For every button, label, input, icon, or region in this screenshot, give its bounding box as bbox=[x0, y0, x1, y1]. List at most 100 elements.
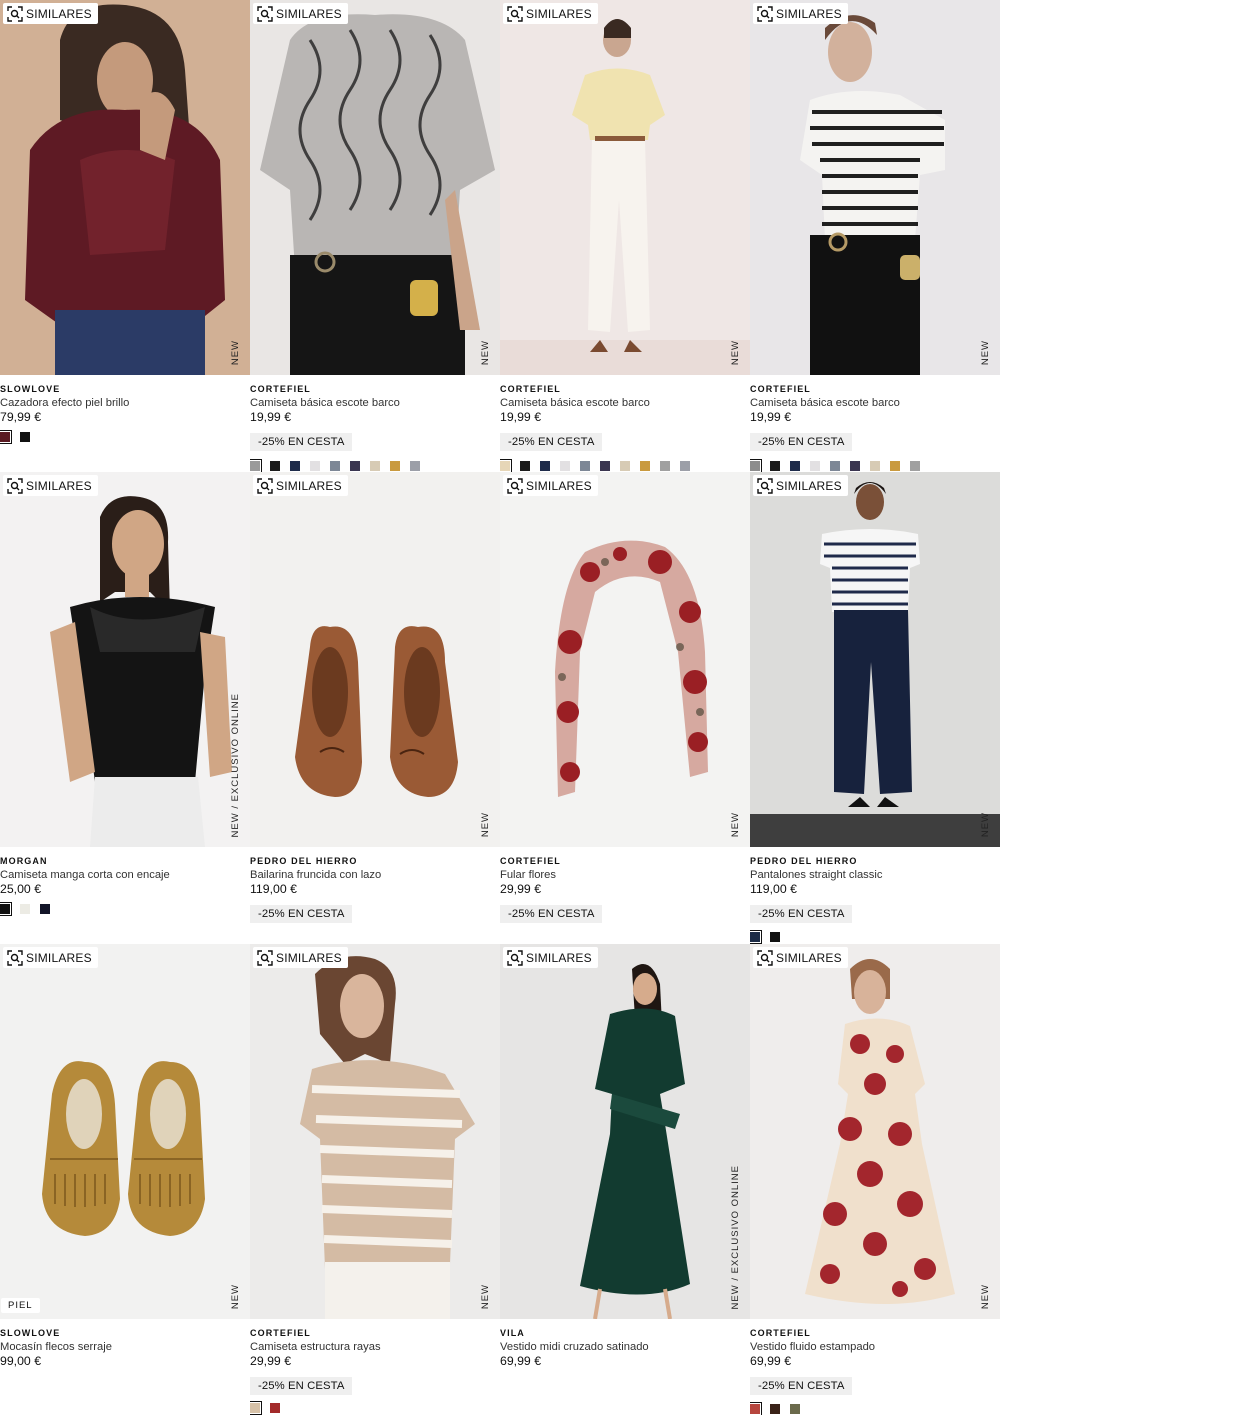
color-swatch[interactable] bbox=[250, 459, 262, 472]
product-name[interactable]: Mocasín flecos serraje bbox=[0, 1340, 250, 1354]
color-swatch[interactable] bbox=[770, 932, 780, 942]
similares-button[interactable]: SIMILARES bbox=[503, 3, 598, 24]
color-swatch[interactable] bbox=[890, 461, 900, 471]
similares-button[interactable]: SIMILARES bbox=[3, 3, 98, 24]
product-name[interactable]: Cazadora efecto piel brillo bbox=[0, 396, 250, 410]
color-swatch[interactable] bbox=[770, 1404, 780, 1414]
product-card[interactable]: SIMILARES NEW / EXCLUSIVO ONLINE MORGAN … bbox=[0, 472, 250, 944]
color-swatch[interactable] bbox=[270, 461, 280, 471]
product-name[interactable]: Fular flores bbox=[500, 868, 750, 882]
color-swatch[interactable] bbox=[370, 461, 380, 471]
similares-button[interactable]: SIMILARES bbox=[253, 475, 348, 496]
product-image[interactable]: SIMILARES NEW bbox=[250, 0, 500, 375]
product-card[interactable]: SIMILARES NEW PEDRO DEL HIERRO Bailarina… bbox=[250, 472, 500, 944]
color-swatch[interactable] bbox=[680, 461, 690, 471]
color-swatch[interactable] bbox=[20, 904, 30, 914]
color-swatch[interactable] bbox=[350, 461, 360, 471]
color-swatch[interactable] bbox=[290, 461, 300, 471]
similares-button[interactable]: SIMILARES bbox=[753, 947, 848, 968]
product-name[interactable]: Camiseta estructura rayas bbox=[250, 1340, 500, 1354]
promo-badge: -25% EN CESTA bbox=[250, 433, 353, 451]
product-image[interactable]: SIMILARES NEW bbox=[500, 0, 750, 375]
visual-search-icon bbox=[257, 5, 273, 22]
product-image[interactable]: SIMILARES NEW bbox=[0, 0, 250, 375]
similares-label: SIMILARES bbox=[526, 950, 592, 965]
color-swatch[interactable] bbox=[500, 459, 512, 472]
color-swatch[interactable] bbox=[790, 461, 800, 471]
product-image[interactable]: SIMILARES NEW / EXCLUSIVO ONLINE bbox=[500, 944, 750, 1319]
product-image[interactable]: SIMILARES NEW bbox=[750, 944, 1000, 1319]
color-swatch[interactable] bbox=[20, 432, 30, 442]
color-swatch[interactable] bbox=[770, 461, 780, 471]
product-card[interactable]: SIMILARES NEW CORTEFIEL Camiseta básica … bbox=[750, 0, 1000, 472]
color-swatches bbox=[750, 930, 780, 944]
color-swatch[interactable] bbox=[390, 461, 400, 471]
color-swatch[interactable] bbox=[640, 461, 650, 471]
color-swatch[interactable] bbox=[410, 461, 420, 471]
similares-button[interactable]: SIMILARES bbox=[253, 947, 348, 968]
product-card[interactable]: SIMILARES NEW CORTEFIEL Camiseta estruct… bbox=[250, 944, 500, 1415]
color-swatch[interactable] bbox=[250, 1401, 262, 1415]
visual-search-icon bbox=[507, 949, 523, 966]
color-swatch[interactable] bbox=[40, 904, 50, 914]
similares-button[interactable]: SIMILARES bbox=[753, 475, 848, 496]
color-swatch[interactable] bbox=[750, 459, 762, 472]
color-swatch[interactable] bbox=[870, 461, 880, 471]
color-swatch[interactable] bbox=[330, 461, 340, 471]
similares-button[interactable]: SIMILARES bbox=[253, 3, 348, 24]
similares-button[interactable]: SIMILARES bbox=[503, 947, 598, 968]
color-swatch[interactable] bbox=[790, 1404, 800, 1414]
product-card[interactable]: SIMILARES PIEL NEW SLOWLOVE Mocasín flec… bbox=[0, 944, 250, 1415]
product-name[interactable]: Camiseta básica escote barco bbox=[750, 396, 1000, 410]
color-swatch[interactable] bbox=[750, 1402, 762, 1415]
product-name[interactable]: Vestido fluido estampado bbox=[750, 1340, 1000, 1354]
color-swatch[interactable] bbox=[810, 461, 820, 471]
color-swatch[interactable] bbox=[750, 930, 762, 944]
product-card[interactable]: SIMILARES NEW / EXCLUSIVO ONLINE VILA Ve… bbox=[500, 944, 750, 1415]
color-swatch[interactable] bbox=[520, 461, 530, 471]
color-swatch[interactable] bbox=[600, 461, 610, 471]
color-swatch[interactable] bbox=[660, 461, 670, 471]
color-swatch[interactable] bbox=[270, 1403, 280, 1413]
product-card[interactable]: SIMILARES NEW SLOWLOVE Cazadora efecto p… bbox=[0, 0, 250, 472]
product-card[interactable]: SIMILARES NEW CORTEFIEL Fular flores 29,… bbox=[500, 472, 750, 944]
color-swatch[interactable] bbox=[620, 461, 630, 471]
new-tag: NEW bbox=[480, 1283, 491, 1309]
product-name[interactable]: Camiseta manga corta con encaje bbox=[0, 868, 250, 882]
color-swatch[interactable] bbox=[580, 461, 590, 471]
product-image[interactable]: SIMILARES NEW bbox=[750, 472, 1000, 847]
product-image[interactable]: SIMILARES NEW bbox=[500, 472, 750, 847]
similares-button[interactable]: SIMILARES bbox=[3, 947, 98, 968]
color-swatch[interactable] bbox=[0, 430, 12, 444]
color-swatch[interactable] bbox=[850, 461, 860, 471]
product-image[interactable]: SIMILARES NEW bbox=[250, 944, 500, 1319]
color-swatch[interactable] bbox=[0, 902, 12, 916]
product-name[interactable]: Camiseta básica escote barco bbox=[500, 396, 750, 410]
color-swatch[interactable] bbox=[560, 461, 570, 471]
product-name[interactable]: Pantalones straight classic bbox=[750, 868, 1000, 882]
visual-search-icon bbox=[7, 477, 23, 494]
product-image[interactable]: SIMILARES NEW / EXCLUSIVO ONLINE bbox=[0, 472, 250, 847]
color-swatch[interactable] bbox=[830, 461, 840, 471]
product-image[interactable]: SIMILARES NEW bbox=[750, 0, 1000, 375]
similares-button[interactable]: SIMILARES bbox=[3, 475, 98, 496]
similares-button[interactable]: SIMILARES bbox=[503, 475, 598, 496]
similares-label: SIMILARES bbox=[26, 478, 92, 493]
similares-label: SIMILARES bbox=[26, 6, 92, 21]
product-card[interactable]: SIMILARES NEW CORTEFIEL Vestido fluido e… bbox=[750, 944, 1000, 1415]
color-swatch[interactable] bbox=[310, 461, 320, 471]
product-name[interactable]: Vestido midi cruzado satinado bbox=[500, 1340, 750, 1354]
color-swatch[interactable] bbox=[910, 461, 920, 471]
similares-button[interactable]: SIMILARES bbox=[753, 3, 848, 24]
product-image[interactable]: SIMILARES PIEL NEW bbox=[0, 944, 250, 1319]
product-card[interactable]: SIMILARES NEW CORTEFIEL Camiseta básica … bbox=[500, 0, 750, 472]
product-brand: CORTEFIEL bbox=[750, 384, 811, 394]
product-name[interactable]: Camiseta básica escote barco bbox=[250, 396, 500, 410]
similares-label: SIMILARES bbox=[526, 478, 592, 493]
color-swatch[interactable] bbox=[540, 461, 550, 471]
new-tag: NEW bbox=[730, 339, 741, 365]
product-image[interactable]: SIMILARES NEW bbox=[250, 472, 500, 847]
product-card[interactable]: SIMILARES NEW PEDRO DEL HIERRO Pantalone… bbox=[750, 472, 1000, 944]
product-name[interactable]: Bailarina fruncida con lazo bbox=[250, 868, 500, 882]
product-card[interactable]: SIMILARES NEW CORTEFIEL Camiseta básica … bbox=[250, 0, 500, 472]
